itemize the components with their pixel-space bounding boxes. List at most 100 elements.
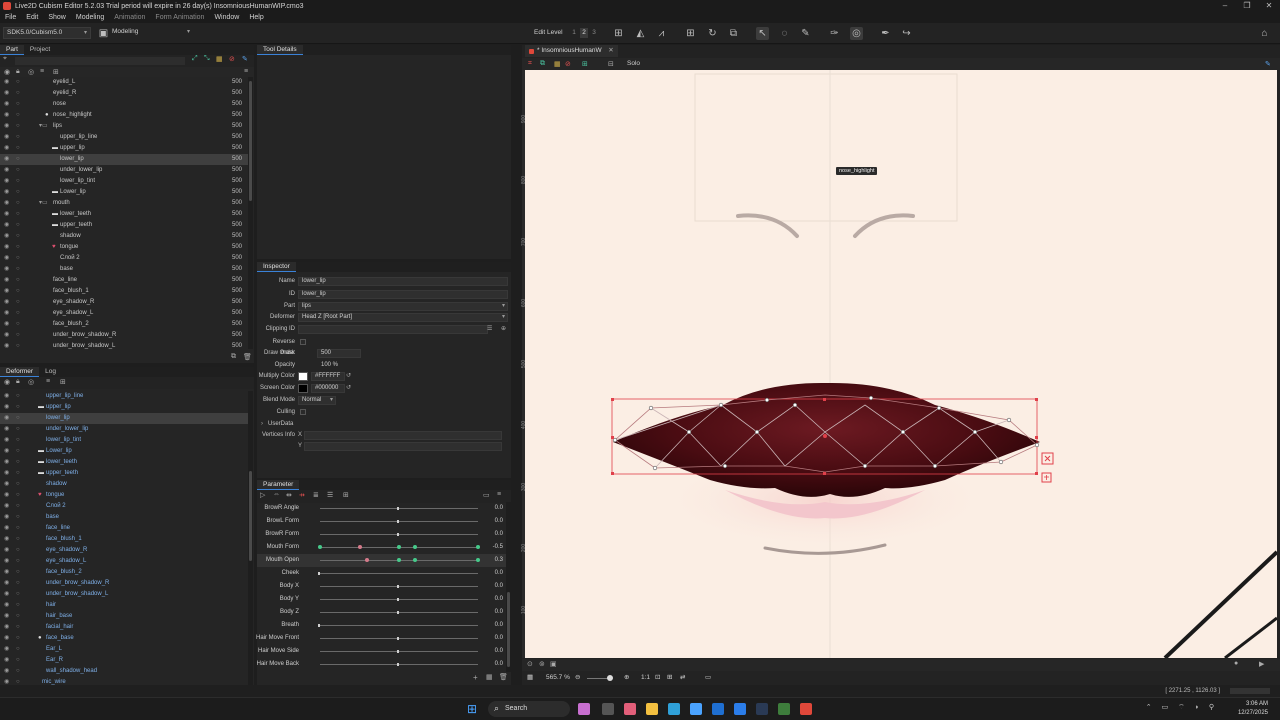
menu-icon[interactable]: ≡ [497,491,501,498]
store-icon[interactable] [690,703,702,715]
list-icon[interactable]: ≣ [313,491,319,499]
eye-icon[interactable]: ◉ [4,457,9,468]
menu-form-animation[interactable]: Form Animation [150,14,209,21]
screen-color-input[interactable]: #000000 [311,384,345,393]
windows-start-icon[interactable]: ⊞ [467,702,477,716]
eye-icon[interactable]: ◉ [4,275,9,286]
folder-icon[interactable]: ▾▭ [39,198,48,209]
edit-level-1[interactable]: 1 [570,28,578,38]
lock-toggle-icon[interactable]: ○ [16,490,20,501]
eye-icon[interactable]: ◉ [4,446,9,457]
lock-toggle-icon[interactable]: ○ [16,275,20,286]
lock-toggle-icon[interactable]: ○ [16,534,20,545]
menu-icon[interactable]: ≡ [244,68,248,75]
flip-icon[interactable]: ⇄ [680,671,685,685]
parameter-slider-track[interactable] [320,664,478,665]
photos-icon[interactable] [734,703,746,715]
lock-toggle-icon[interactable]: ○ [16,468,20,479]
taskbar-search[interactable]: ⌕ Search [488,701,570,717]
lock-toggle-icon[interactable]: ○ [16,424,20,435]
parameter-slider-track[interactable] [320,612,478,613]
parameter-row[interactable]: Mouth Form -0.5 [257,541,507,554]
parameter-row[interactable]: Body Y 0.0 [257,593,507,606]
duplicate-icon[interactable]: ⧉ [231,353,236,361]
current-value-marker[interactable] [357,545,362,549]
list-icon[interactable]: ☰ [487,324,492,335]
parameter-slider-track[interactable] [320,599,478,600]
parameter-slider-thumb[interactable] [397,585,399,588]
tree-row[interactable]: ◉ ○ eye_shadow_R [0,545,248,556]
expand-icon[interactable]: ⤢ [192,55,198,63]
keyform-dot[interactable] [476,558,480,562]
lock-toggle-icon[interactable]: ○ [16,132,20,143]
minimize-button[interactable]: – [1214,0,1236,12]
maximize-button[interactable]: ❐ [1236,0,1258,12]
lock-toggle-icon[interactable]: ○ [16,77,20,88]
lock-icon[interactable]: ⊚ [539,660,545,668]
overlay-icon[interactable]: ⧉ [540,60,545,68]
task-view-icon[interactable] [602,703,614,715]
auto-mesh-icon[interactable]: ◭ [634,27,647,40]
parameter-row[interactable]: Hair Move Front 0.0 [256,632,507,645]
lock-toggle-icon[interactable]: ○ [16,231,20,242]
eye-icon[interactable]: ◉ [4,198,9,209]
delete-icon[interactable]: ⊘ [229,55,235,63]
tree-row[interactable]: ◉ ○ Слой 2 500 [0,253,248,264]
eye-icon[interactable]: ◉ [4,121,9,132]
eye-icon[interactable]: ◉ [4,264,9,275]
eye-icon[interactable]: ◉ [4,88,9,99]
lock-toggle-icon[interactable]: ○ [16,143,20,154]
stop-icon[interactable]: ⊘ [565,60,571,68]
pen-tool-icon[interactable]: ✒ [879,27,892,40]
eye-icon[interactable]: ◉ [4,319,9,330]
keyform-icon[interactable]: ⇹ [286,491,292,499]
parameter-slider-thumb[interactable] [397,520,399,523]
eye-icon[interactable]: ◉ [4,424,9,435]
edit-level-3[interactable]: 3 [590,28,598,38]
tree-row[interactable]: ◉ ○ under_brow_shadow_R 500 [0,330,248,341]
fit-icon[interactable]: ⊡ [655,671,660,685]
edit-level-2[interactable]: 2 [580,28,588,38]
live2d-icon[interactable] [800,703,812,715]
chrome-icon[interactable] [778,703,790,715]
tree-row[interactable]: ◉ ○ facial_hair [0,622,248,633]
deformer-select[interactable]: Head Z [Root Part] [298,313,508,322]
tree-row[interactable]: ◉ ○ ▬ Lower_lip [0,446,248,457]
add-icon[interactable]: + [473,673,478,682]
screen-color-swatch[interactable] [298,384,308,393]
name-input[interactable]: lower_lip [298,277,508,286]
tree-row[interactable]: ◉ ○ face_blush_2 500 [0,319,248,330]
display-icon[interactable]: ▭ [705,671,711,685]
parameter-slider-track[interactable] [320,625,478,626]
parameter-value[interactable]: 0.0 [495,567,503,580]
eye-icon[interactable]: ◉ [4,655,9,666]
parameter-row[interactable]: Body Z 0.0 [257,606,507,619]
lock-toggle-icon[interactable]: ○ [16,198,20,209]
play-icon[interactable]: ▶ [1259,660,1264,668]
parameter-row[interactable]: Cheek 0.0 [257,567,507,580]
tree-row[interactable]: ◉ ○ face_blush_1 [0,534,248,545]
lock-toggle-icon[interactable]: ○ [16,330,20,341]
brush-select-icon[interactable]: ✎ [799,27,812,40]
steam-icon[interactable] [756,703,768,715]
menu-edit[interactable]: Edit [21,14,43,21]
parameter-value[interactable]: 0.0 [495,528,503,541]
edge-icon[interactable] [668,703,680,715]
deformer-scrollbar[interactable] [248,391,253,685]
eye-icon[interactable]: ◉ [4,165,9,176]
parameter-slider-thumb[interactable] [397,637,399,640]
camera-icon[interactable]: ⊙ [527,660,533,668]
tree-row[interactable]: ◉ ○ ▾▭ lips 500 [0,121,248,132]
tree-row[interactable]: ◉ ○ face_line 500 [0,275,248,286]
lock-toggle-icon[interactable]: ○ [16,253,20,264]
lock-toggle-icon[interactable]: ○ [16,644,20,655]
tree-icon[interactable]: ⊞ [343,491,349,499]
keyform-dot[interactable] [476,545,480,549]
reset-icon[interactable]: ↺ [346,371,351,382]
tree-icon[interactable]: ⊞ [60,378,66,386]
lock-toggle-icon[interactable]: ○ [16,666,20,677]
sdk-select[interactable]: SDK5.0/Cubism5.0 ▾ [3,27,91,39]
mesh-divide-icon[interactable]: ⩘ [655,27,668,40]
solo-label[interactable]: Solo [627,58,640,70]
parameter-slider-track[interactable] [320,508,478,509]
